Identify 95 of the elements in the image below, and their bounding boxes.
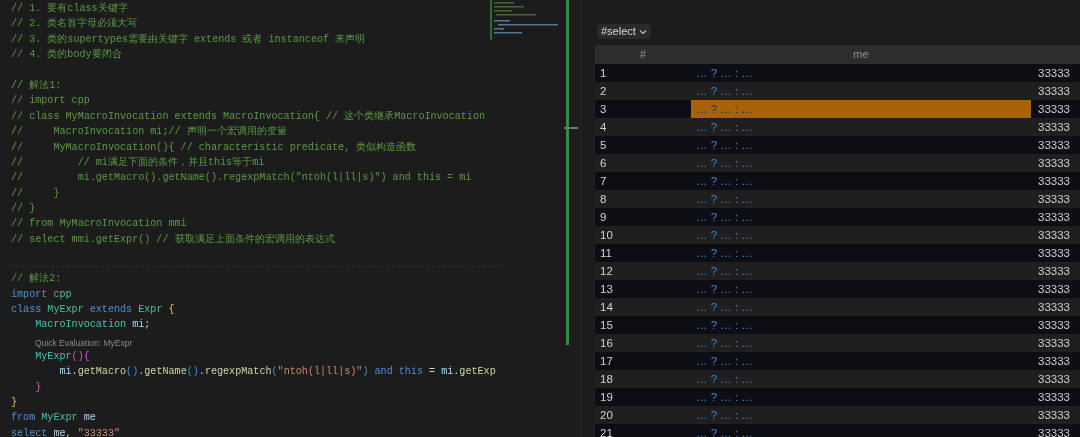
result-link[interactable]: … ? … : … bbox=[696, 226, 753, 244]
result-value: 33333 bbox=[1038, 138, 1070, 153]
result-link[interactable]: … ? … : … bbox=[696, 352, 753, 370]
result-link[interactable]: … ? … : … bbox=[696, 64, 753, 82]
result-value: 33333 bbox=[1038, 210, 1070, 225]
result-value: 33333 bbox=[1038, 390, 1070, 405]
result-link[interactable]: … ? … : … bbox=[696, 190, 753, 208]
code-line: // // mi满足下面的条件，并且this等于mi bbox=[11, 155, 265, 170]
column-header: me bbox=[853, 47, 869, 60]
row-number: 15 bbox=[600, 318, 613, 333]
result-value: 33333 bbox=[1038, 426, 1070, 437]
result-link[interactable]: … ? … : … bbox=[696, 262, 753, 280]
code-line: // import cpp bbox=[11, 94, 90, 109]
row-number: 3 bbox=[600, 102, 607, 117]
result-value: 33333 bbox=[1038, 228, 1070, 243]
chevron-down-icon bbox=[638, 28, 647, 35]
row-number: 16 bbox=[600, 336, 613, 351]
result-set-dropdown[interactable]: #select bbox=[597, 24, 651, 39]
code-line: mi.getMacro().getName().regexpMatch("ntoh(l|ll|s)") and this = mi.getExp bbox=[58, 365, 496, 380]
code-line: // } bbox=[11, 202, 36, 217]
row-number: 11 bbox=[600, 246, 612, 261]
quick-evaluation-link[interactable]: Quick Evaluation: MyExpr bbox=[35, 336, 133, 349]
row-number: 10 bbox=[600, 228, 613, 243]
result-value: 33333 bbox=[1038, 300, 1070, 315]
code-line: class MyExpr extends Expr { bbox=[11, 303, 175, 318]
result-value: 33333 bbox=[1038, 174, 1070, 189]
scroll-thumb[interactable] bbox=[564, 127, 578, 129]
row-number: 6 bbox=[600, 156, 607, 171]
result-link[interactable]: … ? … : … bbox=[696, 424, 753, 437]
row-number: 21 bbox=[600, 426, 613, 437]
result-link[interactable]: … ? … : … bbox=[696, 388, 753, 406]
result-link[interactable]: … ? … : … bbox=[696, 118, 753, 136]
result-link[interactable]: … ? … : … bbox=[696, 316, 753, 334]
result-link[interactable]: … ? … : … bbox=[696, 298, 753, 316]
row-number: 14 bbox=[600, 300, 613, 315]
code-line: // 3. 类的supertypes需要由关键字 extends 或者 instanceof 来声明 bbox=[11, 32, 366, 47]
code-line: // mi.getMacro().getName().regexpMatch("ntoh(l|ll|s)") and this = mi bbox=[11, 171, 472, 186]
result-value: 33333 bbox=[1038, 66, 1070, 81]
code-line: // } bbox=[11, 186, 60, 201]
code-line: // MyMacroInvocation(){ // characteristic predicate, 类似构造函数 bbox=[11, 140, 417, 155]
row-number: 9 bbox=[600, 210, 607, 225]
code-line: // from MyMacroInvocation mmi bbox=[11, 217, 187, 232]
code-line: // 解法2: bbox=[11, 272, 62, 287]
result-link[interactable]: … ? … : … bbox=[696, 334, 753, 352]
result-value: 33333 bbox=[1038, 354, 1070, 369]
code-line: from MyExpr me bbox=[11, 411, 96, 426]
result-link[interactable]: … ? … : … bbox=[696, 280, 753, 298]
result-value: 33333 bbox=[1038, 84, 1070, 99]
result-link[interactable]: … ? … : … bbox=[696, 370, 753, 388]
result-value: 33333 bbox=[1038, 246, 1070, 261]
result-link[interactable]: … ? … : … bbox=[696, 82, 753, 100]
result-value: 33333 bbox=[1038, 102, 1070, 117]
code-line: // 4. 类的body要闭合 bbox=[11, 48, 122, 63]
result-value: 33333 bbox=[1038, 120, 1070, 135]
result-link[interactable]: … ? … : … bbox=[696, 136, 753, 154]
result-value: 33333 bbox=[1038, 408, 1070, 423]
code-line: // 解法1: bbox=[11, 78, 62, 93]
row-number: 4 bbox=[600, 120, 607, 135]
result-link[interactable]: … ? … : … bbox=[696, 172, 753, 190]
row-number: 5 bbox=[600, 138, 607, 153]
row-number: 19 bbox=[600, 390, 613, 405]
scrollbar[interactable] bbox=[566, 0, 569, 345]
result-link[interactable]: … ? … : … bbox=[696, 406, 753, 424]
result-value: 33333 bbox=[1038, 318, 1070, 333]
row-number: 17 bbox=[600, 354, 613, 369]
result-value: 33333 bbox=[1038, 336, 1070, 351]
code-line: // 1. 要有class关键字 bbox=[11, 1, 128, 16]
code-line: MyExpr(){ bbox=[34, 349, 90, 364]
result-value: 33333 bbox=[1038, 282, 1070, 297]
column-header: # bbox=[639, 47, 647, 60]
row-number: 1 bbox=[600, 66, 607, 81]
result-link[interactable]: … ? … : … bbox=[691, 100, 1031, 118]
row-number: 8 bbox=[600, 192, 607, 207]
code-line: // select mmi.getExpr() // 获取满足上面条件的宏调用的表达式 bbox=[11, 232, 335, 247]
code-line: } bbox=[11, 396, 18, 410]
row-number: 2 bbox=[600, 84, 607, 99]
row-number: 7 bbox=[600, 174, 607, 189]
code-line: import cpp bbox=[11, 287, 72, 302]
result-value: 33333 bbox=[1038, 264, 1070, 279]
row-number: 13 bbox=[600, 282, 613, 297]
row-number: 18 bbox=[600, 372, 613, 387]
code-line: select me, "33333" bbox=[11, 426, 121, 437]
result-link[interactable]: … ? … : … bbox=[696, 208, 753, 226]
result-link[interactable]: … ? … : … bbox=[696, 154, 753, 172]
result-value: 33333 bbox=[1038, 192, 1070, 207]
result-link[interactable]: … ? … : … bbox=[696, 244, 753, 262]
code-line: // 2. 类名首字母必须大写 bbox=[11, 16, 138, 32]
row-number: 12 bbox=[600, 264, 613, 279]
code-line: // class MyMacroInvocation extends MacroInvocation{ // 这个类继承MacroInvocation bbox=[11, 109, 485, 124]
result-value: 33333 bbox=[1038, 156, 1070, 171]
code-line: } bbox=[34, 380, 42, 395]
row-number: 20 bbox=[600, 408, 613, 423]
code-line: MacroInvocation mi; bbox=[34, 318, 151, 333]
result-value: 33333 bbox=[1038, 372, 1070, 387]
code-line: // MacroInvocation mi;// 声明一个宏调用的变量 bbox=[11, 124, 287, 140]
